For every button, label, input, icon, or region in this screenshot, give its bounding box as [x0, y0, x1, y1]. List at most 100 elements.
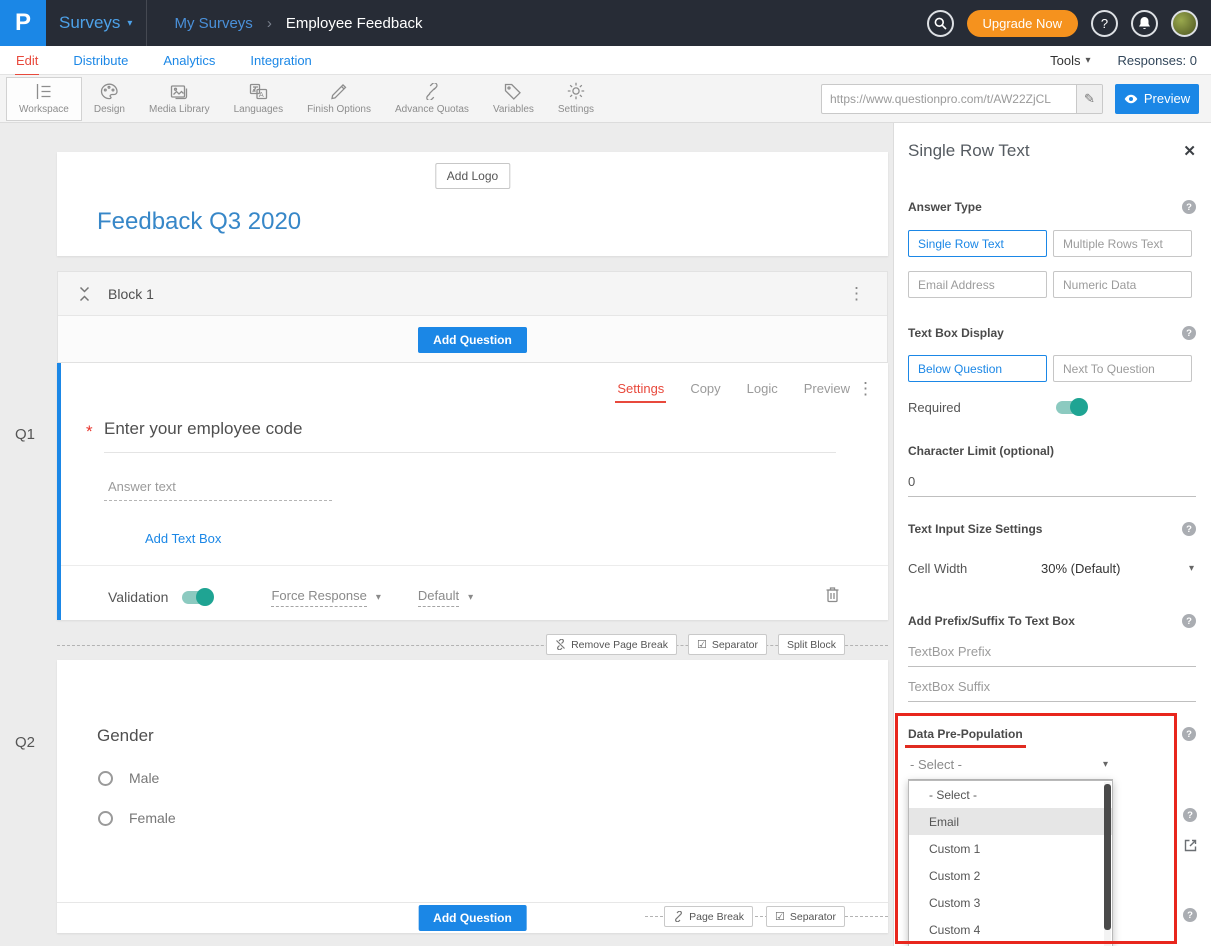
answer-text-field[interactable]: Answer text — [104, 477, 332, 501]
nav-tab-distribute[interactable]: Distribute — [73, 53, 128, 68]
validation-toggle[interactable] — [182, 591, 212, 604]
collapse-block-icon[interactable] — [78, 286, 91, 302]
survey-title[interactable]: Feedback Q3 2020 — [97, 208, 301, 236]
option-below-question[interactable]: Below Question — [908, 355, 1047, 382]
character-limit-input[interactable] — [908, 471, 1196, 497]
question-icon[interactable]: ? — [1183, 808, 1197, 822]
scrollbar-thumb[interactable] — [1104, 784, 1111, 930]
responses-count[interactable]: Responses: 0 — [1118, 53, 1198, 68]
textbox-suffix-input[interactable] — [908, 676, 1196, 702]
question-icon[interactable]: ? — [1182, 326, 1196, 340]
block-menu-icon[interactable]: ⋮ — [848, 284, 865, 304]
textbox-prefix-input[interactable] — [908, 641, 1196, 667]
chevron-down-icon[interactable]: ▾ — [376, 592, 381, 603]
dropdown-option-custom4[interactable]: Custom 4 — [909, 916, 1112, 943]
radio-button[interactable] — [98, 771, 113, 786]
toolbar-item-advance-quotas[interactable]: Advance Quotas — [383, 77, 481, 121]
toolbar-item-variables[interactable]: Variables — [481, 77, 546, 121]
character-limit-field — [908, 471, 1196, 497]
force-response-dropdown[interactable]: Force Response — [271, 588, 366, 607]
tools-label: Tools — [1050, 53, 1080, 68]
add-text-box-link[interactable]: Add Text Box — [145, 531, 221, 546]
dropdown-option-select[interactable]: - Select - — [909, 781, 1112, 808]
notifications-button[interactable] — [1131, 10, 1158, 37]
tab-copy[interactable]: Copy — [690, 381, 720, 396]
edit-url-button[interactable]: ✎ — [1076, 85, 1102, 113]
question-icon[interactable]: ? — [1183, 908, 1197, 922]
question-icon[interactable]: ? — [1182, 727, 1196, 741]
page-break-button[interactable]: Page Break — [664, 906, 753, 927]
tab-preview[interactable]: Preview — [804, 381, 850, 396]
scrollbar[interactable] — [1104, 782, 1111, 946]
surveys-product-menu[interactable]: Surveys ▾ — [59, 13, 132, 33]
text-box-display-section: Text Box Display ? — [908, 326, 1196, 340]
user-avatar[interactable] — [1171, 10, 1198, 37]
eye-icon — [1124, 94, 1138, 104]
nav-tab-integration[interactable]: Integration — [250, 53, 311, 68]
question-icon[interactable]: ? — [1182, 614, 1196, 628]
chevron-down-icon[interactable]: ▾ — [1189, 563, 1194, 574]
answer-option-male: Male — [98, 770, 159, 786]
question-text-q2[interactable]: Gender — [97, 726, 154, 746]
radio-button[interactable] — [98, 811, 113, 826]
tab-settings[interactable]: Settings — [617, 381, 664, 396]
option-multiple-rows-text[interactable]: Multiple Rows Text — [1053, 230, 1192, 257]
default-dropdown[interactable]: Default — [418, 588, 459, 607]
trash-icon[interactable] — [825, 586, 840, 608]
questionpro-logo[interactable]: P — [0, 0, 46, 46]
option-next-to-question[interactable]: Next To Question — [1053, 355, 1192, 382]
question-card-q1: Settings Copy Logic Preview ⋮ * Enter yo… — [57, 363, 888, 620]
option-single-row-text[interactable]: Single Row Text — [908, 230, 1047, 257]
option-numeric-data[interactable]: Numeric Data — [1053, 271, 1192, 298]
chevron-down-icon[interactable]: ▾ — [468, 592, 473, 603]
question-text-q1[interactable]: Enter your employee code — [104, 419, 302, 439]
split-block-button[interactable]: Split Block — [778, 634, 845, 655]
block-header: Block 1 ⋮ — [58, 272, 887, 316]
question-icon[interactable]: ? — [1182, 522, 1196, 536]
add-question-button-bottom[interactable]: Add Question — [418, 905, 527, 931]
toolbar-item-workspace[interactable]: Workspace — [6, 77, 82, 121]
block-container: Block 1 ⋮ Add Question — [57, 271, 888, 363]
add-logo-button[interactable]: Add Logo — [435, 163, 510, 189]
external-link-icon[interactable] — [1183, 838, 1198, 858]
tools-menu[interactable]: Tools ▾ — [1050, 53, 1090, 68]
toolbar-item-languages[interactable]: A Languages — [222, 77, 296, 121]
survey-url-input[interactable] — [822, 92, 1076, 106]
link-off-icon — [555, 639, 566, 650]
toolbar-item-design[interactable]: Design — [82, 77, 137, 121]
cell-width-value[interactable]: 30% (Default) — [1041, 561, 1120, 576]
question-card-q2: Gender Male Female Add Question Page Bre… — [57, 660, 888, 933]
dropdown-option-custom3[interactable]: Custom 3 — [909, 889, 1112, 916]
link-icon — [673, 911, 684, 922]
dropdown-option-custom1[interactable]: Custom 1 — [909, 835, 1112, 862]
preview-button[interactable]: Preview — [1115, 84, 1199, 114]
breadcrumb-current: Employee Feedback — [286, 15, 423, 32]
chevron-down-icon: ▾ — [127, 18, 132, 29]
help-button[interactable]: ? — [1091, 10, 1118, 37]
tab-logic[interactable]: Logic — [747, 381, 778, 396]
separator-button-top[interactable]: ☑ Separator — [688, 634, 767, 655]
add-question-button-top[interactable]: Add Question — [418, 327, 527, 353]
remove-page-break-button[interactable]: Remove Page Break — [546, 634, 677, 655]
question-icon[interactable]: ? — [1182, 200, 1196, 214]
dropdown-option-email[interactable]: Email — [909, 808, 1112, 835]
question-tabs: Settings Copy Logic Preview — [617, 381, 850, 396]
toolbar-item-settings[interactable]: Settings — [546, 77, 606, 121]
nav-tab-edit[interactable]: Edit — [16, 53, 38, 68]
data-prepopulation-select[interactable]: - Select - ▾ — [908, 755, 1113, 780]
upgrade-now-button[interactable]: Upgrade Now — [967, 10, 1079, 37]
toolbar-item-finish-options[interactable]: Finish Options — [295, 77, 383, 121]
panel-header: Single Row Text ✕ — [908, 141, 1196, 161]
option-email-address[interactable]: Email Address — [908, 271, 1047, 298]
topbar-actions: Upgrade Now ? — [927, 10, 1211, 37]
search-button[interactable] — [927, 10, 954, 37]
breadcrumb-parent[interactable]: My Surveys — [174, 15, 252, 32]
close-icon[interactable]: ✕ — [1183, 142, 1196, 160]
nav-tab-analytics[interactable]: Analytics — [163, 53, 215, 68]
question-menu-icon[interactable]: ⋮ — [857, 379, 874, 399]
toolbar-item-media-library[interactable]: Media Library — [137, 77, 222, 121]
block-name[interactable]: Block 1 — [108, 286, 154, 302]
required-toggle[interactable] — [1056, 401, 1086, 414]
dropdown-option-custom2[interactable]: Custom 2 — [909, 862, 1112, 889]
separator-button-bottom[interactable]: ☑ Separator — [766, 906, 845, 927]
